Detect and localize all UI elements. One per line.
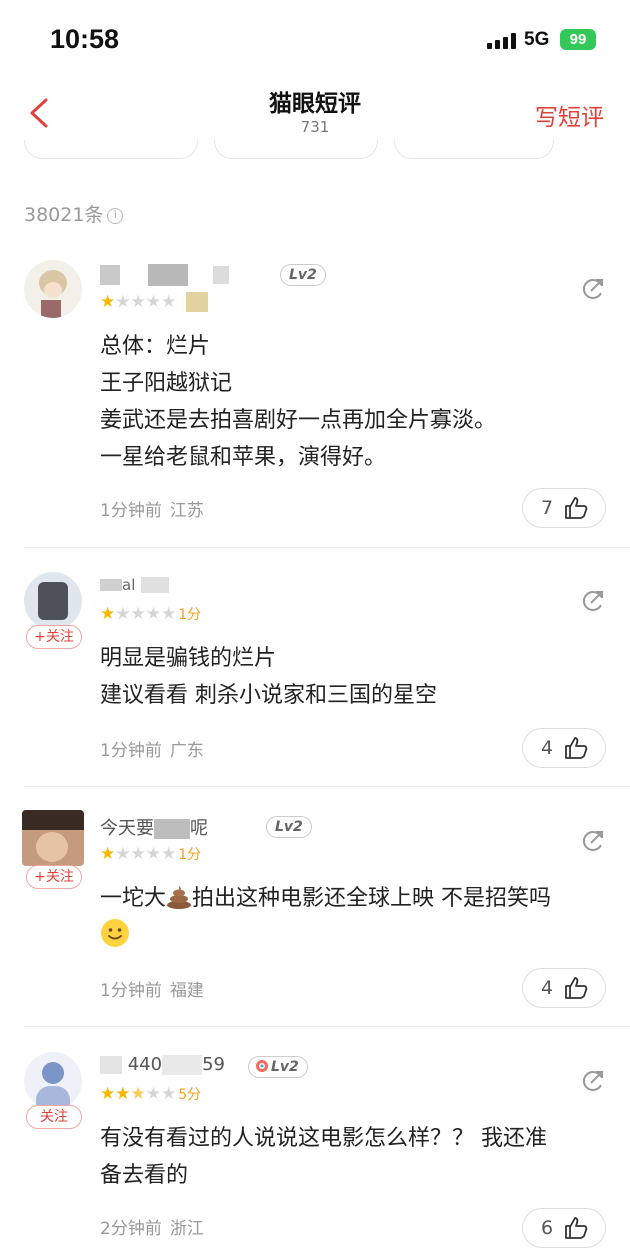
review-line: 备去看的 xyxy=(100,1163,189,1188)
review-line: 明显是骗钱的烂片 xyxy=(100,646,277,671)
like-button[interactable]: 6 xyxy=(522,1208,606,1248)
level-badge: Lv2 xyxy=(248,1056,308,1078)
star-rating: ★★★★★ xyxy=(100,292,208,312)
smile-emoji-icon xyxy=(101,919,129,947)
username-suffix: 呢 xyxy=(190,818,208,839)
review-time: 1分钟前 xyxy=(100,741,162,761)
review-score: 1分 xyxy=(178,847,202,863)
thumbs-up-icon xyxy=(565,497,588,519)
star-rating: ★★★★★ 1分 xyxy=(100,844,202,864)
like-count: 4 xyxy=(541,977,554,999)
review-meta: 1分钟前 广东 xyxy=(100,736,204,761)
review-location: 浙江 xyxy=(169,1219,204,1239)
write-review-button[interactable]: 写短评 xyxy=(535,98,604,132)
share-icon[interactable] xyxy=(580,1068,606,1094)
review-line: 总体：烂片 xyxy=(100,334,211,359)
avatar[interactable] xyxy=(24,1052,82,1110)
like-count: 6 xyxy=(541,1217,554,1239)
filter-tab[interactable] xyxy=(24,140,198,159)
review-location: 江苏 xyxy=(169,501,204,521)
review-content: 总体：烂片 王子阳越狱记 姜武还是去拍喜剧好一点再加全片寡淡。 一星给老鼠和苹果… xyxy=(100,328,605,476)
status-bar: 10:58 5G 99 xyxy=(0,0,630,80)
review-meta: 1分钟前 江苏 xyxy=(100,496,204,521)
review-total: 38021条 i xyxy=(24,200,124,227)
share-icon[interactable] xyxy=(580,828,606,854)
info-icon[interactable]: i xyxy=(107,208,124,224)
network-label: 5G xyxy=(524,29,550,50)
username-suffix: 59 xyxy=(202,1054,225,1075)
review-time: 1分钟前 xyxy=(100,981,162,1001)
avatar[interactable] xyxy=(24,260,82,318)
review-line: 建议看看 刺杀小说家和三国的星空 xyxy=(100,683,437,708)
star-rating: ★★★★★ 5分 xyxy=(100,1084,202,1104)
review-item: Lv2 ★★★★★ 总体：烂片 王子阳越狱记 姜武还是去拍喜剧好一点再加全片寡淡… xyxy=(0,250,630,548)
review-time: 2分钟前 xyxy=(100,1219,162,1239)
review-line: 有没有看过的人说说这电影怎么样？？ 我还准 xyxy=(100,1126,547,1151)
thumbs-up-icon xyxy=(565,977,588,999)
level-medal-icon xyxy=(256,1060,268,1072)
follow-button[interactable]: +关注 xyxy=(26,865,82,889)
review-meta: 2分钟前 浙江 xyxy=(100,1214,204,1239)
username[interactable]: 440 59 xyxy=(100,1054,225,1075)
follow-button[interactable]: 关注 xyxy=(26,1105,82,1129)
review-content: 明显是骗钱的烂片 建议看看 刺杀小说家和三国的星空 xyxy=(100,640,605,714)
like-button[interactable]: 7 xyxy=(522,488,606,528)
username-fragment: 今天要 xyxy=(100,818,154,839)
username-fragment: 440 xyxy=(127,1054,163,1075)
filter-tab[interactable] xyxy=(394,140,554,159)
review-location: 福建 xyxy=(169,981,204,1001)
review-score: 1分 xyxy=(178,607,202,623)
review-time: 1分钟前 xyxy=(100,501,162,521)
username[interactable]: al xyxy=(100,574,170,595)
username[interactable] xyxy=(100,264,230,286)
share-icon[interactable] xyxy=(580,588,606,614)
signal-icon xyxy=(487,33,517,49)
username[interactable]: 今天要 呢 xyxy=(100,814,208,840)
level-badge: Lv2 xyxy=(266,816,312,838)
review-meta: 1分钟前 福建 xyxy=(100,976,204,1001)
follow-button[interactable]: +关注 xyxy=(26,625,82,649)
filter-tab[interactable] xyxy=(214,140,378,159)
avatar[interactable] xyxy=(24,572,82,630)
status-time: 10:58 xyxy=(50,24,120,54)
review-item: 关注 440 59 Lv2 ★★★★★ 5分 有没有看过的人说说这电影怎么样？？ 我… xyxy=(0,1028,630,1248)
review-content: 一坨大 拍出这种电影还全球上映 不是招笑吗 xyxy=(100,880,605,954)
review-item: +关注 al ★★★★★ 1分 明显是骗钱的烂片 建议看看 刺杀小说家和三国的星空… xyxy=(0,548,630,788)
divider xyxy=(24,1026,630,1027)
review-line: 拍出这种电影还全球上映 不是招笑吗 xyxy=(192,886,552,911)
star-rating: ★★★★★ 1分 xyxy=(100,604,202,624)
share-icon[interactable] xyxy=(580,276,606,302)
level-badge-label: Lv2 xyxy=(271,1059,299,1075)
review-item: +关注 今天要 呢 Lv2 ★★★★★ 1分 一坨大 拍出这种电影还全球上映 不是招笑… xyxy=(0,788,630,1028)
level-badge: Lv2 xyxy=(280,264,326,286)
review-content: 有没有看过的人说说这电影怎么样？？ 我还准 备去看的 xyxy=(100,1120,605,1194)
review-total-label: 38021条 xyxy=(24,204,104,226)
review-location: 广东 xyxy=(169,741,204,761)
like-button[interactable]: 4 xyxy=(522,728,606,768)
review-line: 王子阳越狱记 xyxy=(100,371,233,396)
review-line: 一坨大 xyxy=(100,886,167,911)
review-line: 一星给老鼠和苹果，演得好。 xyxy=(100,445,387,470)
battery-icon: 99 xyxy=(560,29,596,50)
thumbs-up-icon xyxy=(565,1217,588,1239)
poop-emoji-icon xyxy=(167,886,192,909)
like-count: 7 xyxy=(541,497,554,519)
divider xyxy=(24,786,630,787)
thumbs-up-icon xyxy=(565,737,588,759)
review-score: 5分 xyxy=(178,1087,202,1103)
avatar[interactable] xyxy=(22,810,84,866)
like-button[interactable]: 4 xyxy=(522,968,606,1008)
username-fragment: al xyxy=(122,576,136,594)
like-count: 4 xyxy=(541,737,554,759)
review-line: 姜武还是去拍喜剧好一点再加全片寡淡。 xyxy=(100,408,497,433)
